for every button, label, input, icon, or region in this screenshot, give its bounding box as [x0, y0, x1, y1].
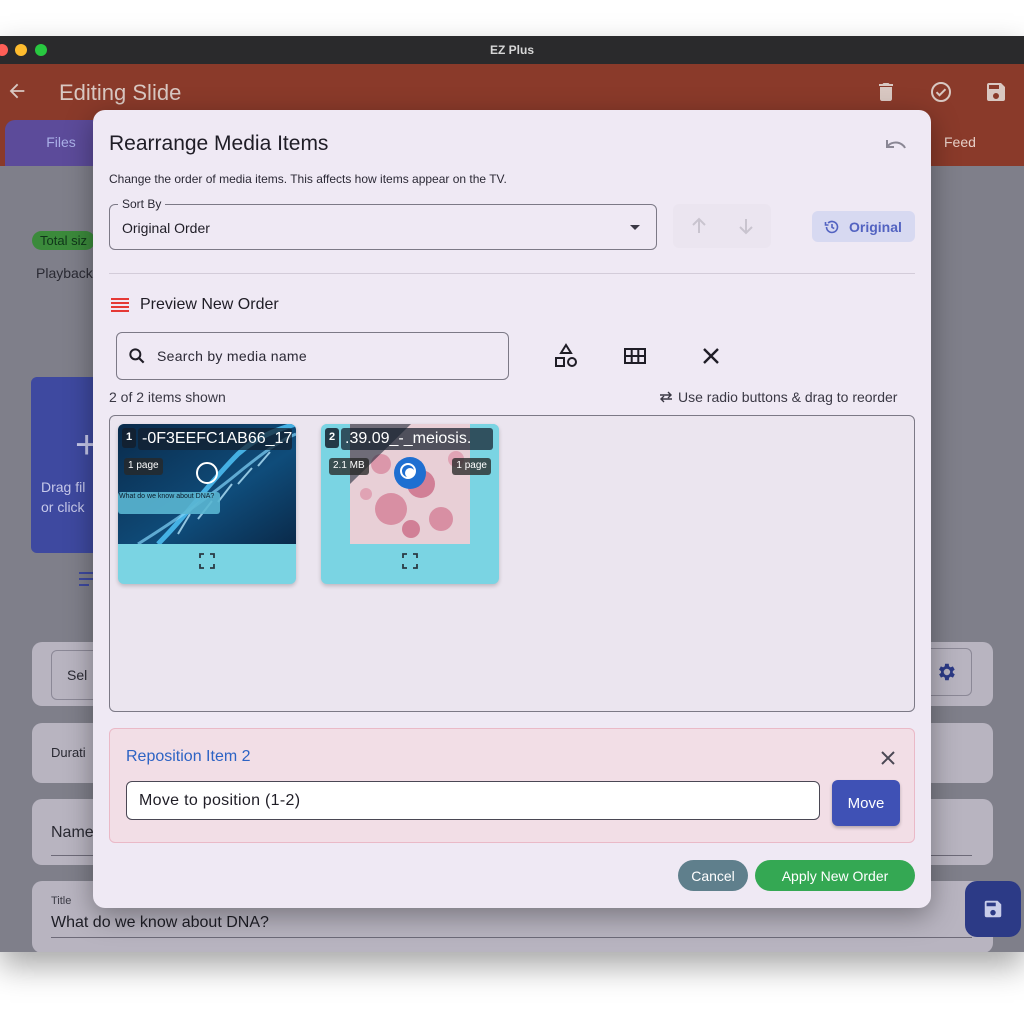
- check-circle-icon[interactable]: [929, 80, 953, 104]
- arrow-down-icon[interactable]: [734, 214, 758, 238]
- media-name: -0F3EEFC1AB66_17: [138, 428, 292, 450]
- fullscreen-icon[interactable]: [199, 553, 215, 569]
- grid-view-icon[interactable]: [621, 342, 649, 370]
- reorder-radio-selected[interactable]: [394, 457, 426, 489]
- arrow-left-icon[interactable]: [6, 80, 28, 102]
- playback-label: Playback: [36, 265, 93, 281]
- title-value[interactable]: What do we know about DNA?: [51, 914, 269, 932]
- select-label: Sel: [67, 667, 88, 683]
- sort-direction-group: [673, 204, 771, 248]
- fullscreen-icon[interactable]: [402, 553, 418, 569]
- reorder-list-icon: [111, 298, 129, 312]
- thumbnail-caption: What do we know about DNA?: [119, 493, 215, 500]
- page-count-chip: 1 page: [124, 458, 163, 475]
- undo-icon[interactable]: [883, 134, 909, 156]
- close-icon[interactable]: [697, 342, 725, 370]
- position-badge: 1: [122, 428, 136, 448]
- close-icon[interactable]: [878, 748, 898, 768]
- media-card[interactable]: What do we know about DNA? 1 -0F3EEFC1AB…: [118, 424, 296, 584]
- file-size-chip: 2.1 MB: [329, 458, 369, 475]
- sort-by-label: Sort By: [118, 197, 166, 211]
- search-field[interactable]: [116, 332, 509, 380]
- original-order-button[interactable]: Original: [812, 211, 915, 242]
- dialog-description: Change the order of media items. This af…: [109, 172, 507, 186]
- gear-icon: [939, 663, 955, 681]
- title-underline: [51, 937, 972, 938]
- save-icon[interactable]: [984, 80, 1008, 104]
- tab-feed[interactable]: Feed: [944, 134, 976, 150]
- cancel-button[interactable]: Cancel: [678, 860, 748, 891]
- page-count-chip: 1 page: [452, 458, 491, 475]
- shapes-icon[interactable]: [552, 342, 580, 370]
- title-label: Title: [51, 895, 72, 907]
- rearrange-dialog: Rearrange Media Items Change the order o…: [93, 110, 931, 908]
- duration-label: Durati: [51, 745, 86, 760]
- trash-icon[interactable]: [874, 80, 898, 104]
- save-fab-button[interactable]: [965, 881, 1021, 937]
- media-grid: What do we know about DNA? 1 -0F3EEFC1AB…: [109, 415, 915, 712]
- reposition-title: Reposition Item 2: [126, 748, 251, 765]
- sort-by-value: Original Order: [122, 220, 210, 236]
- dialog-title: Rearrange Media Items: [109, 132, 329, 155]
- original-button-label: Original: [849, 219, 902, 235]
- divider: [109, 273, 915, 274]
- move-button[interactable]: Move: [832, 780, 900, 826]
- drop-zone-text: Drag fil or click: [41, 479, 86, 515]
- search-icon: [129, 348, 145, 364]
- caret-down-icon: [630, 225, 640, 230]
- media-card[interactable]: 2 .39.09_-_meiosis. 2.1 MB 1 page: [321, 424, 499, 584]
- move-position-input[interactable]: [126, 781, 820, 820]
- reposition-panel: Reposition Item 2 Move: [109, 728, 915, 843]
- items-count: 2 of 2 items shown: [109, 389, 226, 405]
- window-title: EZ Plus: [489, 43, 534, 57]
- position-badge: 2: [325, 428, 339, 448]
- reorder-radio[interactable]: [196, 462, 218, 484]
- name-label: Name: [51, 824, 94, 841]
- preview-title: Preview New Order: [140, 296, 279, 313]
- swap-arrows-icon: [660, 391, 672, 403]
- media-name: .39.09_-_meiosis.: [341, 428, 493, 450]
- total-size-badge: Total siz: [32, 231, 95, 250]
- history-icon: [824, 220, 839, 234]
- search-input[interactable]: [157, 345, 497, 367]
- apply-new-order-button[interactable]: Apply New Order: [755, 860, 915, 891]
- save-icon: [984, 900, 1002, 918]
- window-titlebar: EZ Plus: [0, 36, 1024, 64]
- arrow-up-icon[interactable]: [687, 214, 711, 238]
- hint-text: Use radio buttons & drag to reorder: [678, 389, 898, 405]
- sort-by-select[interactable]: Sort By Original Order: [109, 197, 657, 250]
- page-title: Editing Slide: [59, 80, 182, 105]
